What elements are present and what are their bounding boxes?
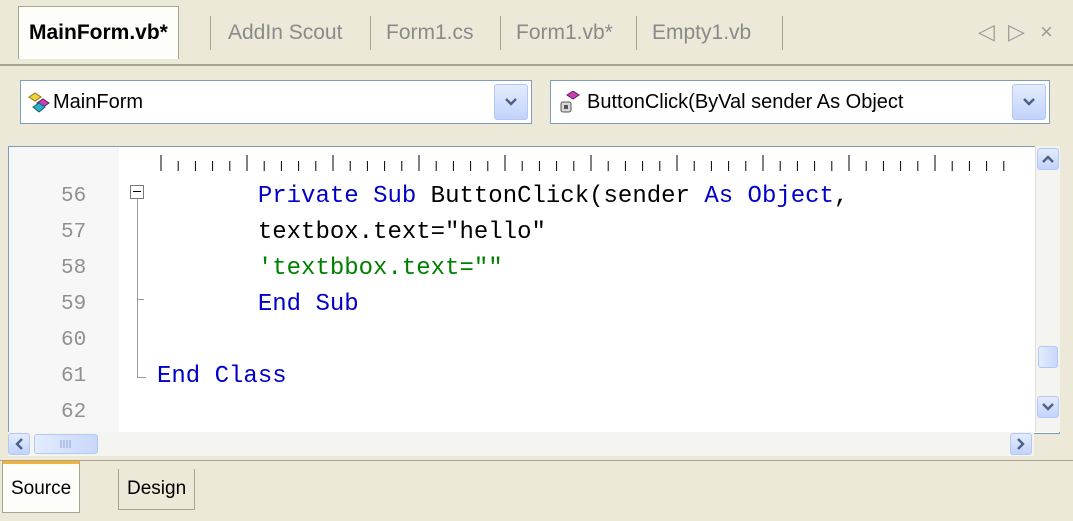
code-line: End Class — [157, 363, 287, 390]
tab-form1-vb[interactable]: Form1.vb* — [510, 12, 619, 54]
class-combo-value: MainForm — [53, 91, 144, 113]
chevron-down-icon — [505, 98, 517, 106]
method-icon — [560, 91, 580, 113]
tab-separator — [636, 16, 637, 50]
code-keyword: As — [704, 183, 734, 210]
member-combo[interactable]: ButtonClick(ByVal sender As Object — [550, 80, 1050, 124]
chevron-down-icon — [1023, 98, 1035, 106]
scroll-tabs-left-icon[interactable]: ◁ — [978, 14, 995, 50]
code-line: textbox.text="hello" — [157, 219, 546, 246]
fold-guide-line — [137, 195, 138, 377]
view-tab-strip: Source Design — [0, 460, 1073, 521]
vertical-scroll-thumb[interactable] — [1038, 346, 1058, 368]
code-text: textbox.text="hello" — [257, 219, 546, 246]
scroll-down-button[interactable] — [1037, 396, 1059, 418]
class-icon — [28, 92, 50, 113]
code-keyword: Class — [214, 363, 287, 390]
line-number: 59 — [61, 293, 87, 316]
tab-mainform-vb[interactable]: MainForm.vb* — [18, 6, 179, 59]
tab-separator — [370, 16, 371, 50]
scroll-up-button[interactable] — [1037, 148, 1059, 170]
scroll-tabs-right-icon[interactable]: ▷ — [1008, 14, 1025, 50]
line-number: 58 — [61, 257, 87, 280]
code-keyword: Private — [257, 183, 359, 210]
chevron-left-icon — [15, 438, 23, 450]
line-number: 57 — [61, 221, 87, 244]
close-tab-icon[interactable]: × — [1040, 14, 1053, 50]
code-keyword: End — [257, 291, 302, 318]
line-number: 56 — [61, 185, 87, 208]
document-tab-strip: MainForm.vb* AddIn Scout Form1.cs Form1.… — [0, 0, 1073, 66]
code-text: ButtonClick(sender — [416, 183, 705, 210]
code-line: End Sub — [157, 291, 359, 318]
line-number: 60 — [61, 329, 87, 352]
code-keyword: Sub — [315, 291, 359, 318]
code-keyword: Object — [747, 183, 834, 210]
tab-separator — [782, 16, 783, 50]
class-dropdown-button[interactable] — [494, 84, 528, 120]
code-line: Private Sub ButtonClick(sender As Object… — [157, 183, 849, 210]
tab-design[interactable]: Design — [118, 469, 196, 510]
code-text: , — [833, 183, 849, 210]
vertical-scrollbar[interactable] — [1035, 146, 1060, 432]
fold-end-tick — [137, 299, 144, 300]
tab-form1-cs[interactable]: Form1.cs — [380, 12, 480, 54]
tab-source[interactable]: Source — [2, 461, 81, 513]
line-number: 62 — [61, 401, 87, 424]
class-combo[interactable]: MainForm — [20, 80, 532, 124]
chevron-down-icon — [1042, 403, 1054, 411]
code-keyword: End — [157, 363, 201, 390]
tab-addin-scout[interactable]: AddIn Scout — [222, 12, 348, 54]
grip-icon — [60, 440, 71, 448]
tab-empty1-vb[interactable]: Empty1.vb — [646, 12, 757, 54]
scroll-left-button[interactable] — [8, 433, 30, 455]
scroll-right-button[interactable] — [1010, 433, 1032, 455]
code-editor[interactable]: 56 57 58 59 60 61 62 Private Sub ButtonC… — [8, 146, 1060, 434]
member-combo-value: ButtonClick(ByVal sender As Object — [587, 91, 904, 113]
chevron-up-icon — [1042, 155, 1054, 163]
horizontal-scroll-thumb[interactable] — [34, 434, 98, 454]
member-dropdown-button[interactable] — [1012, 84, 1046, 120]
tab-separator — [500, 16, 501, 50]
collapse-region-icon[interactable] — [130, 185, 144, 199]
navigation-bar: MainForm ButtonClick(ByVal sender As Obj… — [0, 66, 1073, 146]
code-comment: 'textbbox.text="" — [257, 255, 503, 282]
horizontal-scrollbar[interactable] — [8, 432, 1034, 456]
column-ruler — [160, 155, 1005, 171]
code-keyword: Sub — [373, 183, 417, 210]
fold-end-tick — [137, 377, 146, 378]
chevron-right-icon — [1017, 438, 1025, 450]
tab-separator — [210, 16, 211, 50]
line-number: 61 — [61, 365, 87, 388]
code-line: 'textbbox.text="" — [157, 255, 503, 282]
